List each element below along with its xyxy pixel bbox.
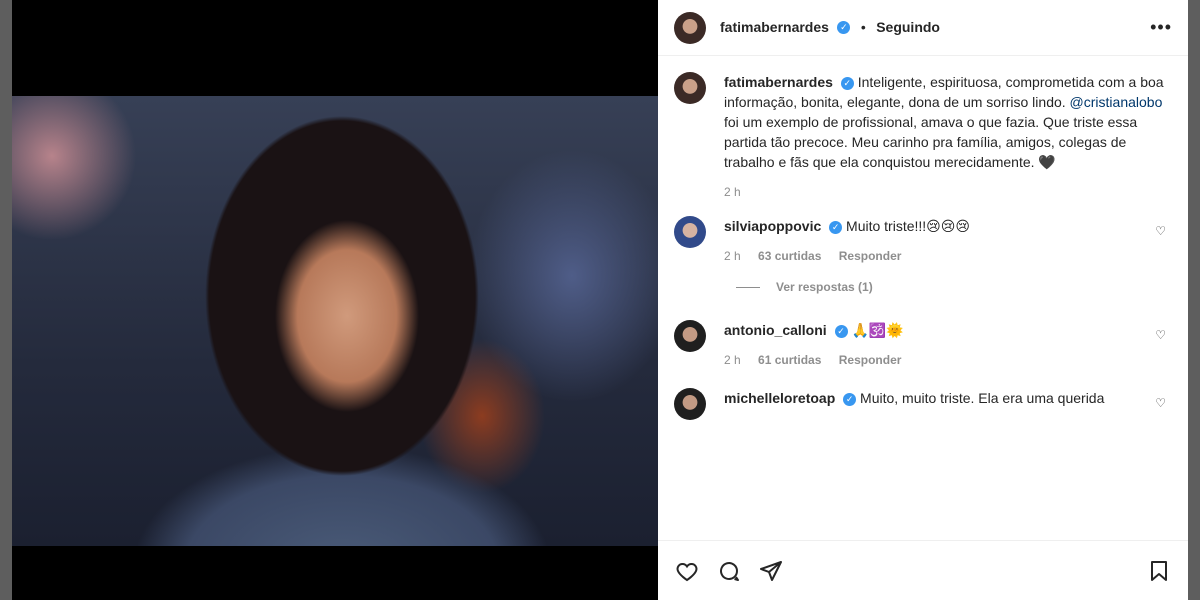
- author-info: fatimabernardes ✓ • Seguindo: [720, 19, 940, 37]
- comment-body: silviapoppovic ✓ Muito triste!!!😢😢😢 2 h …: [724, 216, 1172, 266]
- modal-backdrop-right[interactable]: [1188, 0, 1200, 600]
- post-header: fatimabernardes ✓ • Seguindo •••: [658, 0, 1188, 56]
- action-bar: [658, 540, 1188, 600]
- heart-outline-icon[interactable]: [674, 558, 700, 584]
- comment-time[interactable]: 2 h: [724, 249, 741, 263]
- caption-row: fatimabernardes ✓ Inteligente, espirituo…: [674, 72, 1172, 202]
- commenter-username[interactable]: silviapoppovic: [724, 218, 821, 234]
- commenter-avatar[interactable]: [674, 320, 706, 352]
- comment-like-icon[interactable]: ♡: [1155, 396, 1166, 410]
- commenter-username[interactable]: michelleloretoap: [724, 390, 835, 406]
- comment-text: Muito triste!!!😢😢😢: [846, 218, 970, 234]
- reply-button[interactable]: Responder: [839, 249, 902, 263]
- comment-body: michelleloretoap ✓ Muito, muito triste. …: [724, 388, 1172, 420]
- comment-meta: 2 h 61 curtidas Responder: [724, 350, 1172, 370]
- verified-icon: ✓: [834, 324, 848, 338]
- comment-time[interactable]: 2 h: [724, 353, 741, 367]
- comment-likes[interactable]: 63 curtidas: [758, 249, 821, 263]
- separator-dot: •: [860, 18, 866, 35]
- caption-text-rest: foi um exemplo de profissional, amava o …: [724, 114, 1138, 170]
- comment-body: antonio_calloni ✓ 🙏🕉️🌞 2 h 61 curtidas R…: [724, 320, 1172, 370]
- caption-avatar[interactable]: [674, 72, 706, 104]
- caption-username[interactable]: fatimabernardes: [724, 74, 833, 90]
- post-modal: fatimabernardes ✓ • Seguindo ••• fatimab…: [12, 0, 1188, 600]
- comment-row: michelleloretoap ✓ Muito, muito triste. …: [674, 388, 1172, 420]
- paper-plane-icon[interactable]: [758, 558, 784, 584]
- caption-body: fatimabernardes ✓ Inteligente, espirituo…: [724, 72, 1172, 202]
- commenter-avatar[interactable]: [674, 388, 706, 420]
- more-options-icon[interactable]: •••: [1150, 17, 1172, 38]
- comment-likes[interactable]: 61 curtidas: [758, 353, 821, 367]
- comment-like-icon[interactable]: ♡: [1155, 224, 1166, 238]
- comment-text: Muito, muito triste. Ela era uma querida: [860, 390, 1105, 406]
- follow-status-button[interactable]: Seguindo: [876, 19, 940, 35]
- reply-button[interactable]: Responder: [839, 353, 902, 367]
- post-sidebar: fatimabernardes ✓ • Seguindo ••• fatimab…: [658, 0, 1188, 600]
- modal-backdrop-left[interactable]: [0, 0, 12, 600]
- commenter-username[interactable]: antonio_calloni: [724, 322, 827, 338]
- comments-list[interactable]: fatimabernardes ✓ Inteligente, espirituo…: [658, 56, 1188, 540]
- comment-meta: 2 h 63 curtidas Responder: [724, 246, 1172, 266]
- comment-row: antonio_calloni ✓ 🙏🕉️🌞 2 h 61 curtidas R…: [674, 320, 1172, 370]
- comment-like-icon[interactable]: ♡: [1155, 328, 1166, 342]
- commenter-avatar[interactable]: [674, 216, 706, 248]
- caption-meta: 2 h: [724, 182, 1172, 202]
- author-avatar[interactable]: [674, 11, 706, 44]
- caption-time[interactable]: 2 h: [724, 185, 741, 199]
- replies-line: [736, 286, 760, 288]
- view-replies-label[interactable]: Ver respostas (1): [776, 280, 873, 294]
- view-replies[interactable]: Ver respostas (1): [736, 280, 1172, 294]
- caption-mention[interactable]: @cristianalobo: [1070, 94, 1163, 110]
- author-username[interactable]: fatimabernardes: [720, 19, 829, 35]
- verified-icon: ✓: [840, 76, 854, 90]
- comment-text: 🙏🕉️🌞: [851, 322, 904, 338]
- bookmark-icon[interactable]: [1146, 558, 1172, 584]
- verified-icon: ✓: [843, 392, 857, 406]
- verified-icon: ✓: [837, 20, 851, 34]
- verified-icon: ✓: [829, 220, 843, 234]
- comment-icon[interactable]: [716, 558, 742, 584]
- post-media: [12, 0, 658, 600]
- post-photo: [12, 96, 658, 546]
- comment-row: silviapoppovic ✓ Muito triste!!!😢😢😢 2 h …: [674, 216, 1172, 266]
